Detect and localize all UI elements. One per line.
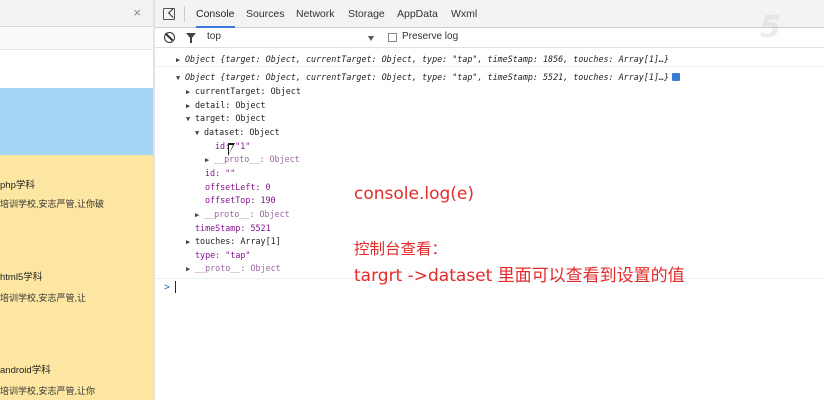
log-line[interactable]: ▼ Object {target: Object, currentTarget: … (176, 72, 681, 84)
simulator-header (0, 28, 155, 50)
tree-node[interactable]: ▶ __proto__: Object (186, 263, 281, 274)
tab-network[interactable]: Network (296, 0, 335, 28)
collapse-arrow-icon[interactable]: ▼ (176, 73, 185, 84)
tab-storage[interactable]: Storage (348, 0, 385, 28)
tree-node: id: "" (205, 168, 235, 179)
tree-node[interactable]: ▼ dataset: Object (195, 127, 280, 138)
tree-label: timeStamp: 5521 (195, 223, 271, 233)
console-prompt: > (164, 282, 171, 293)
tree-label: offsetLeft: 0 (205, 182, 271, 192)
tab-appdata[interactable]: AppData (397, 0, 438, 28)
inspect-element-icon[interactable] (163, 8, 175, 20)
list-item-title[interactable]: android学科 (0, 362, 51, 376)
preserve-log-label[interactable]: Preserve log (402, 31, 458, 42)
tab-console[interactable]: Console (196, 0, 235, 28)
log-text: Object {target: Object, currentTarget: O… (185, 72, 670, 82)
tree-label: __proto__: Object (204, 209, 290, 219)
tree-node[interactable]: ▶ __proto__: Object (205, 154, 300, 165)
annotation-line-2: 控制台查看： (354, 240, 448, 258)
chevron-down-icon[interactable] (368, 36, 374, 41)
list-item-desc: 培训学校,安志严管,让你破 (0, 199, 105, 209)
text-cursor[interactable] (175, 281, 176, 293)
tab-sources[interactable]: Sources (246, 0, 285, 28)
devtools-panel: Console Sources Network Storage AppData … (155, 0, 824, 400)
console-output[interactable]: ▶ Object {target: Object, currentTarget: … (155, 49, 824, 400)
simulator-panel: × php学科 培训学校,安志严管,让你破 html5学科 培训学校,安志严管,… (0, 0, 155, 400)
log-separator (155, 66, 824, 67)
tree-node: offsetLeft: 0 (205, 182, 271, 193)
close-icon[interactable]: × (133, 6, 141, 20)
tree-node: offsetTop: 190 (205, 195, 276, 206)
list-item-title[interactable]: php学科 (0, 177, 35, 191)
annotation-line-1: console.log(e) (354, 184, 475, 204)
tree-node[interactable]: ▶ currentTarget: Object (186, 86, 301, 97)
tree-node: timeStamp: 5521 (195, 223, 271, 234)
list-item-desc: 培训学校,安志严管,让 (0, 293, 87, 303)
filter-icon[interactable] (186, 33, 196, 43)
preserve-log-checkbox[interactable] (388, 33, 397, 42)
tree-node[interactable]: ▶ touches: Array[1] (186, 236, 281, 247)
tree-label: detail: Object (195, 100, 266, 110)
log-text: Object {target: Object, currentTarget: O… (185, 54, 670, 64)
list-item-desc: 培训学校,安志严管,让你 (0, 386, 96, 396)
annotation-line-3: targrt ->dataset 里面可以查看到设置的值 (354, 266, 685, 286)
tree-label: target: Object (195, 113, 266, 123)
expand-arrow-icon[interactable]: ▶ (176, 55, 185, 66)
context-selector[interactable]: top (207, 31, 221, 42)
tab-wxml[interactable]: Wxml (451, 0, 477, 28)
selected-block[interactable] (0, 88, 155, 155)
tabbar-separator (184, 6, 185, 22)
tree-label: dataset: Object (204, 127, 280, 137)
tree-label: type: "tap" (195, 250, 251, 260)
clear-console-icon[interactable] (164, 32, 175, 43)
tree-node[interactable]: ▶ detail: Object (186, 100, 266, 111)
devtools-tabbar: Console Sources Network Storage AppData … (155, 0, 824, 28)
tree-label: currentTarget: Object (195, 86, 301, 96)
tree-label: __proto__: Object (195, 263, 281, 273)
tree-label: offsetTop: 190 (205, 195, 276, 205)
tree-node: type: "tap" (195, 250, 250, 261)
tree-label: __proto__: Object (214, 154, 300, 164)
log-line[interactable]: ▶ Object {target: Object, currentTarget: … (176, 54, 669, 65)
info-icon[interactable] (672, 73, 681, 81)
mouse-pointer-icon (228, 143, 235, 156)
watermark-logo: 5 (760, 10, 781, 45)
simulator-topbar: × (0, 0, 155, 27)
tree-label: id: "" (205, 168, 236, 178)
tree-node[interactable]: ▼ target: Object (186, 113, 266, 124)
tree-label: touches: Array[1] (195, 236, 281, 246)
console-filterbar: top Preserve log (155, 28, 824, 48)
list-item-title[interactable]: html5学科 (0, 269, 42, 283)
tree-node[interactable]: ▶ __proto__: Object (195, 209, 290, 220)
